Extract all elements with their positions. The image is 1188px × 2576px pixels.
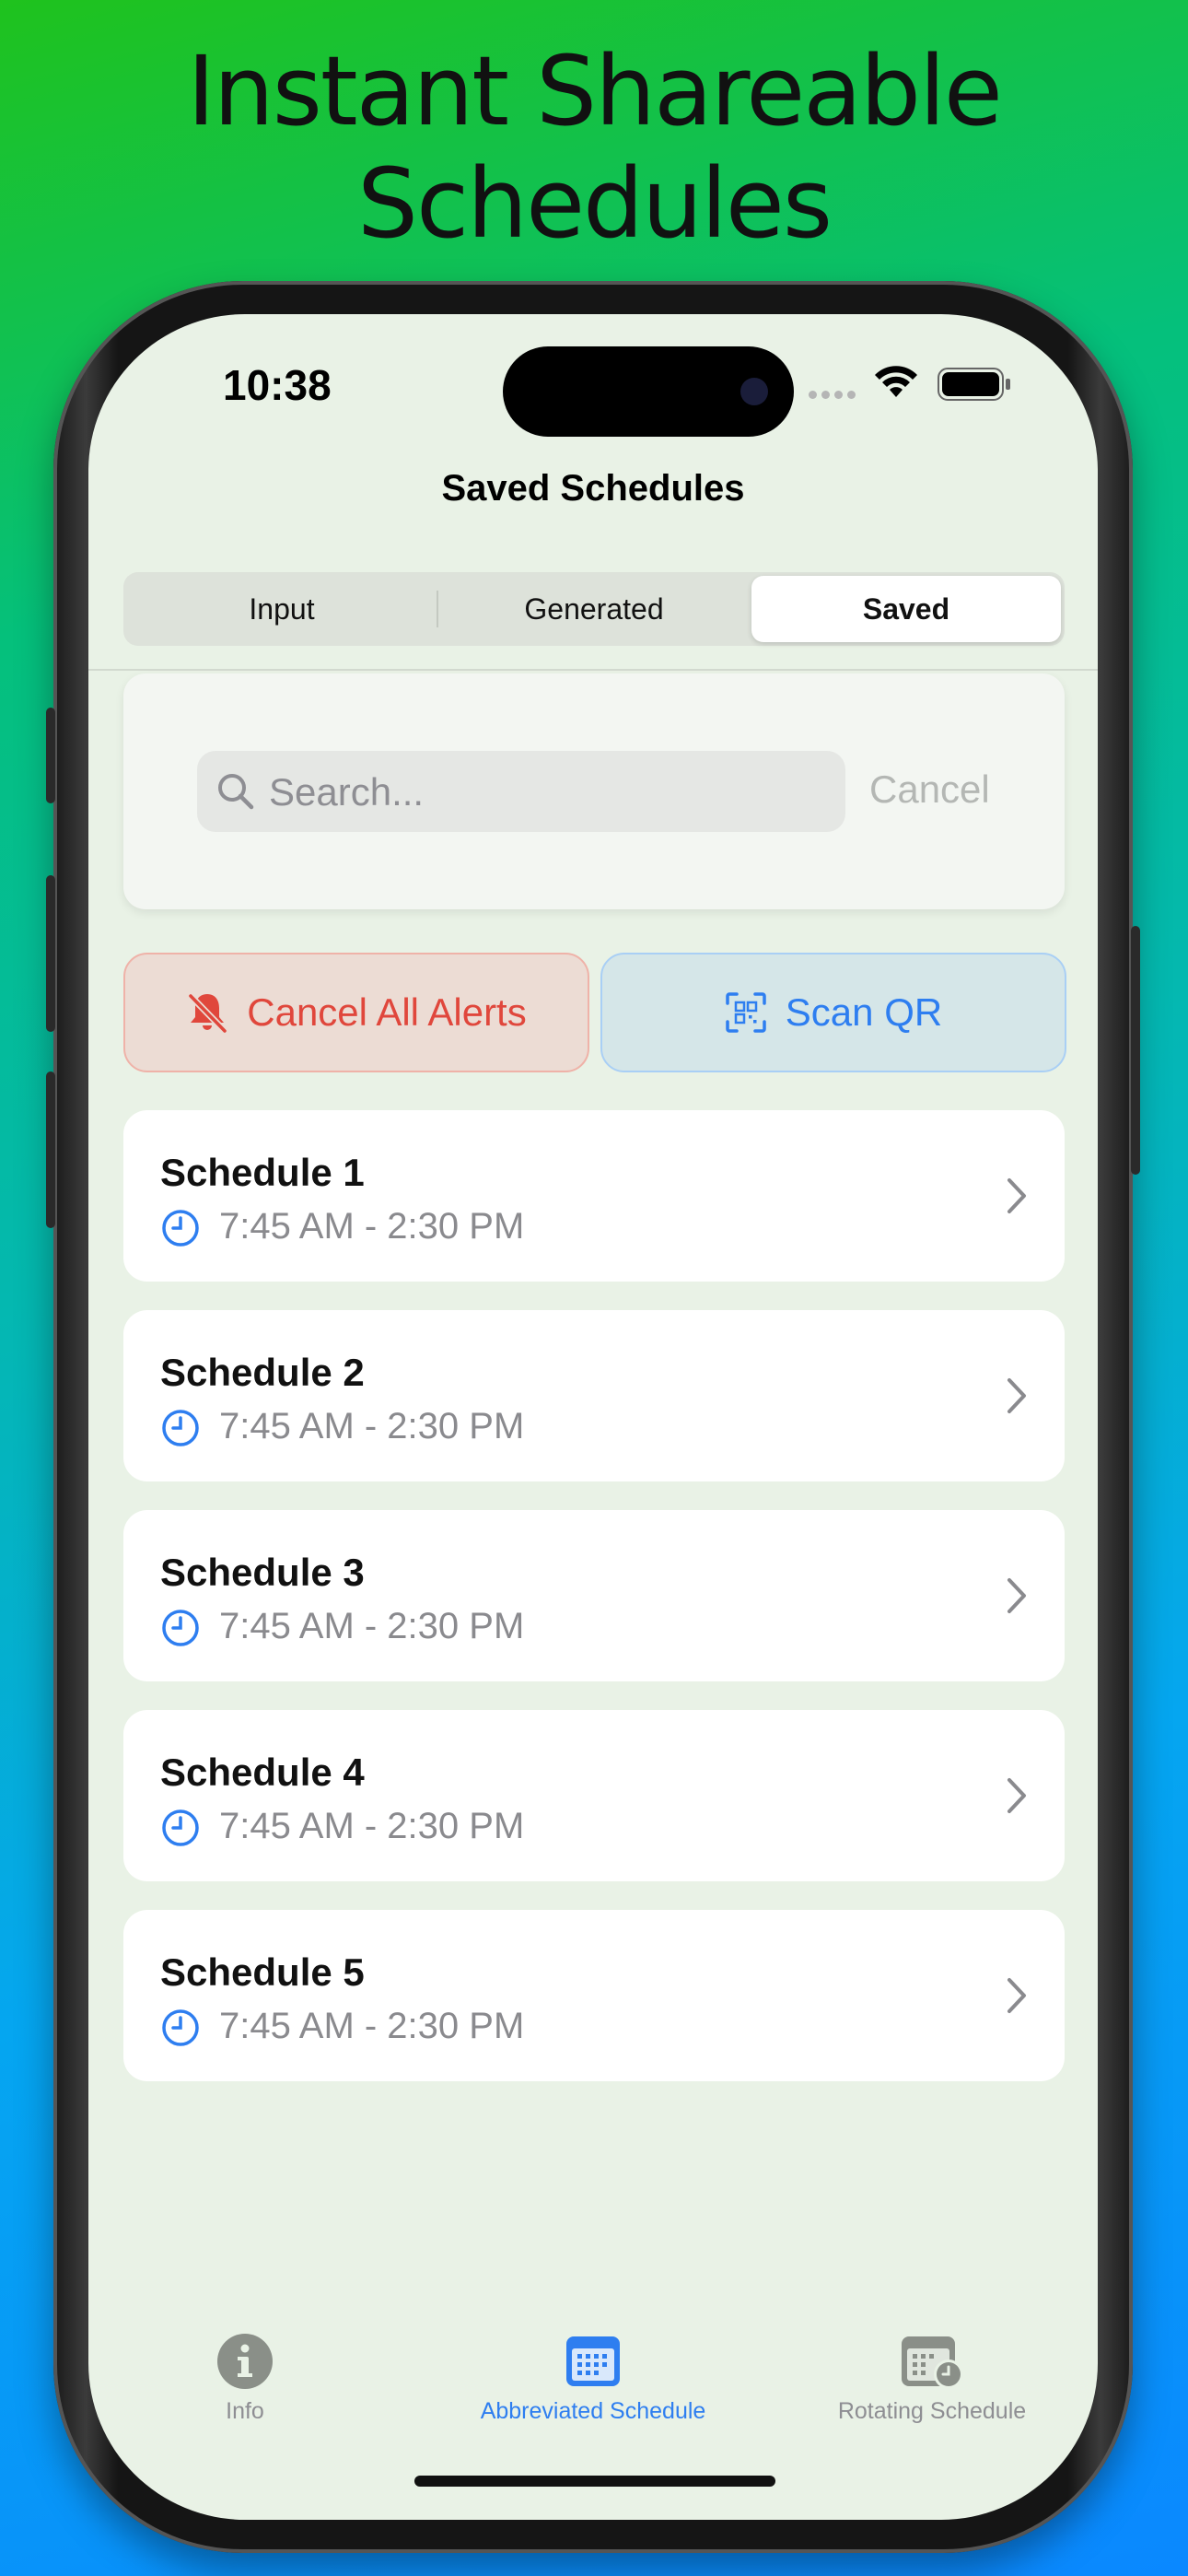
schedule-name: Schedule 3 [160, 1551, 365, 1594]
volume-up-button [46, 875, 55, 1032]
phone-frame: 10:38 Saved Schedules Input Generated Sa… [46, 281, 1140, 2553]
tab-abbreviated-schedule[interactable]: Abbreviated Schedule [427, 2332, 759, 2425]
schedule-time: 7:45 AM - 2:30 PM [219, 1206, 525, 1247]
clock-icon [162, 1410, 199, 1446]
schedule-name: Schedule 4 [160, 1751, 365, 1794]
chevron-right-icon [1007, 1378, 1026, 1413]
headline: Instant Shareable Schedules [0, 35, 1188, 260]
chevron-right-icon [1007, 1178, 1026, 1213]
clock-icon [162, 2009, 199, 2046]
schedule-row[interactable]: Schedule 5 7:45 AM - 2:30 PM [123, 1910, 1065, 2081]
tab-info-label: Info [226, 2398, 264, 2424]
search-input[interactable] [267, 751, 823, 834]
schedule-row[interactable]: Schedule 1 7:45 AM - 2:30 PM [123, 1110, 1065, 1282]
tab-info[interactable]: Info [88, 2332, 411, 2425]
cancel-all-alerts-button[interactable]: Cancel All Alerts [123, 953, 589, 1072]
clock-icon [162, 1809, 199, 1846]
volume-down-button [46, 1071, 55, 1228]
calendar-clock-icon [902, 2336, 963, 2389]
schedule-row[interactable]: Schedule 3 7:45 AM - 2:30 PM [123, 1510, 1065, 1681]
headline-line-1: Instant Shareable [187, 35, 1003, 147]
bell-slash-icon [188, 993, 227, 1034]
search-cancel-button[interactable]: Cancel [869, 767, 990, 812]
info-icon [217, 2334, 273, 2389]
chevron-right-icon [1007, 1778, 1026, 1813]
chevron-right-icon [1007, 1578, 1026, 1613]
search-card: Cancel [123, 673, 1065, 909]
segmented-control: Input Generated Saved [123, 572, 1065, 646]
schedule-time: 7:45 AM - 2:30 PM [219, 1406, 525, 1446]
tab-rotating-schedule[interactable]: Rotating Schedule [766, 2332, 1098, 2425]
calendar-icon [566, 2336, 620, 2386]
scan-qr-label: Scan QR [785, 990, 943, 1034]
schedule-name: Schedule 5 [160, 1950, 365, 1994]
segment-input[interactable]: Input [127, 576, 437, 642]
tab-rotating-schedule-label: Rotating Schedule [837, 2398, 1027, 2424]
clock-icon [162, 1210, 199, 1247]
schedule-row[interactable]: Schedule 4 7:45 AM - 2:30 PM [123, 1710, 1065, 1881]
search-icon [218, 774, 254, 810]
chevron-right-icon [1007, 1978, 1026, 2013]
wifi-icon [875, 366, 917, 397]
cellular-signal-icon [809, 391, 856, 399]
app-screen: 10:38 Saved Schedules Input Generated Sa… [88, 314, 1098, 2520]
schedule-time: 7:45 AM - 2:30 PM [219, 2006, 525, 2046]
power-button [1131, 926, 1140, 1175]
qr-scan-icon [726, 992, 766, 1033]
segment-generated[interactable]: Generated [439, 576, 749, 642]
segment-divider [437, 591, 438, 627]
action-button [46, 708, 55, 803]
clock-icon [162, 1610, 199, 1646]
search-field[interactable] [197, 751, 845, 834]
schedule-name: Schedule 1 [160, 1151, 365, 1194]
battery-icon [938, 368, 1010, 401]
cancel-all-alerts-label: Cancel All Alerts [247, 990, 527, 1034]
status-time: 10:38 [223, 361, 332, 409]
tab-abbreviated-schedule-label: Abbreviated Schedule [480, 2398, 706, 2424]
camera-icon [740, 378, 768, 405]
headline-line-2: Schedules [356, 147, 833, 260]
dynamic-island [503, 346, 794, 437]
schedule-row[interactable]: Schedule 2 7:45 AM - 2:30 PM [123, 1310, 1065, 1481]
schedule-name: Schedule 2 [160, 1351, 365, 1394]
page-title: Saved Schedules [441, 468, 745, 509]
schedule-time: 7:45 AM - 2:30 PM [219, 1806, 525, 1846]
segment-saved[interactable]: Saved [751, 576, 1061, 642]
tab-bar: Info Abbreviated Schedule Rotating Sched… [88, 2332, 1098, 2470]
schedule-time: 7:45 AM - 2:30 PM [219, 1606, 525, 1646]
home-indicator [414, 2476, 775, 2487]
header-divider [88, 669, 1098, 671]
scan-qr-button[interactable]: Scan QR [600, 953, 1066, 1072]
